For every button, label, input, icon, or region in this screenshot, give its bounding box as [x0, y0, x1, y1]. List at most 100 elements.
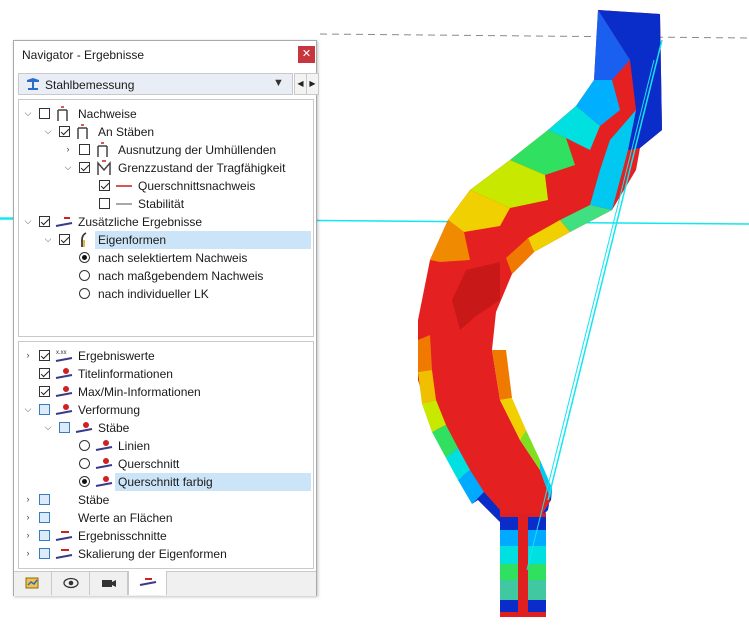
tree-row-grenzzustand[interactable]: ⌵ Grenzzustand der Tragfähigkeit [19, 159, 313, 177]
tree-row-ergebniswerte[interactable]: › x.xx Ergebniswerte [19, 347, 313, 365]
members-icon [95, 476, 113, 487]
tree-row-radio-linien[interactable]: Linien [19, 437, 313, 455]
checkbox[interactable] [39, 368, 50, 379]
tree-label: Titelinformationen [78, 367, 173, 381]
tree-row-zusaetzliche[interactable]: ⌵ Zusätzliche Ergebnisse [19, 213, 313, 231]
checkbox[interactable] [39, 350, 50, 361]
mode-shape-icon [81, 232, 87, 247]
tree-row-maxmin[interactable]: Max/Min-Informationen [19, 383, 313, 401]
checkbox[interactable] [59, 126, 70, 137]
camera-icon[interactable] [90, 572, 128, 595]
panel-title: Navigator - Ergebnisse [22, 48, 145, 62]
data-icon[interactable] [14, 572, 52, 595]
tree-label: Skalierung der Eigenformen [78, 547, 227, 561]
tree-row-radio-massgebend[interactable]: nach maßgebendem Nachweis [19, 267, 313, 285]
members-icon [95, 440, 113, 451]
maxmin-info-icon [55, 386, 73, 397]
tree-label: Verformung [78, 403, 141, 417]
checkbox[interactable] [79, 144, 90, 155]
module-select-value: Stahlbemessung [45, 78, 135, 92]
tree-row-ergebnisschnitte[interactable]: › Ergebnisschnitte [19, 527, 313, 545]
tree-row-radio-querschnitt-farbig[interactable]: Querschnitt farbig [19, 473, 313, 491]
result-values-icon: x.xx [55, 350, 73, 362]
radio-button[interactable] [79, 440, 90, 451]
eye-icon[interactable] [52, 572, 90, 595]
next-arrow-icon[interactable]: ▶ [306, 73, 319, 95]
chevron-down-icon[interactable]: ⌵ [43, 234, 53, 244]
tree-row-eigenformen[interactable]: ⌵ Eigenformen [19, 231, 313, 249]
tree-label: Querschnittsnachweis [138, 179, 256, 193]
tree-label: An Stäben [98, 125, 155, 139]
chevron-down-icon[interactable]: ⌵ [23, 216, 33, 226]
gray-line-icon [116, 203, 132, 205]
tree-row-radio-querschnitt[interactable]: Querschnitt [19, 455, 313, 473]
tree-row-staebe[interactable]: › Stäbe [19, 491, 313, 509]
radio-button[interactable] [79, 458, 90, 469]
tree-row-skalierung[interactable]: › Skalierung der Eigenformen [19, 545, 313, 563]
chevron-right-icon[interactable]: › [23, 512, 33, 522]
chevron-down-icon[interactable]: ⌵ [63, 162, 73, 172]
results-icon[interactable] [128, 571, 167, 595]
tree-row-staebe-sub[interactable]: ⌵ Stäbe [19, 419, 313, 437]
tree-label: Nachweise [78, 107, 137, 121]
checkbox[interactable] [79, 162, 90, 173]
tree-label: Eigenformen [95, 231, 311, 249]
column-lower[interactable] [500, 513, 546, 617]
tree-row-an-staeben[interactable]: ⌵ An Stäben [19, 123, 313, 141]
tree-label: nach maßgebendem Nachweis [98, 269, 264, 283]
checkbox[interactable] [39, 386, 50, 397]
result-sections-icon [55, 531, 73, 541]
tree-row-ausnutzung[interactable]: › Ausnutzung der Umhüllenden [19, 141, 313, 159]
checkbox[interactable] [39, 548, 50, 559]
tree-row-werte-an-flaechen[interactable]: › Werte an Flächen [19, 509, 313, 527]
radio-button[interactable] [79, 252, 90, 263]
scaling-icon [55, 549, 73, 559]
checkbox[interactable] [39, 512, 50, 523]
radio-button[interactable] [79, 476, 90, 487]
radio-button[interactable] [79, 270, 90, 281]
tree-row-verformung[interactable]: ⌵ Verformung [19, 401, 313, 419]
dashed-reference-line [319, 33, 749, 39]
tree-row-querschnittsnachweis[interactable]: Querschnittsnachweis [19, 177, 313, 195]
chevron-down-icon[interactable]: ⌵ [23, 404, 33, 414]
tree-label: Zusätzliche Ergebnisse [78, 215, 203, 229]
tree-row-stabilitaet[interactable]: Stabilität [19, 195, 313, 213]
checkbox[interactable] [59, 422, 70, 433]
module-select[interactable]: Stahlbemessung ▼ [18, 73, 293, 95]
tree-label: Ergebnisschnitte [78, 529, 167, 543]
chevron-down-icon[interactable]: ⌵ [23, 108, 33, 118]
checkbox[interactable] [39, 530, 50, 541]
tree-row-titelinformationen[interactable]: Titelinformationen [19, 365, 313, 383]
tree-row-nachweise[interactable]: ⌵ Nachweise [19, 105, 313, 123]
design-check-icon [97, 142, 108, 157]
tree-label: Stabilität [138, 197, 185, 211]
steel-design-icon [27, 78, 39, 90]
chevron-down-icon[interactable]: ⌵ [43, 422, 53, 432]
checkbox[interactable] [39, 216, 50, 227]
tree-label: Max/Min-Informationen [78, 385, 201, 399]
tree-row-radio-selektiert[interactable]: nach selektiertem Nachweis [19, 249, 313, 267]
checkbox[interactable] [39, 108, 50, 119]
checkbox[interactable] [39, 404, 50, 415]
chevron-right-icon[interactable]: › [23, 530, 33, 540]
chevron-down-icon[interactable]: ▼ [273, 77, 284, 89]
radio-button[interactable] [79, 288, 90, 299]
chevron-down-icon[interactable]: ⌵ [43, 126, 53, 136]
checkbox[interactable] [39, 494, 50, 505]
chevron-right-icon[interactable]: › [23, 548, 33, 558]
tree-label: Ausnutzung der Umhüllenden [118, 143, 277, 157]
checkbox[interactable] [59, 234, 70, 245]
chevron-right-icon[interactable]: › [23, 494, 33, 504]
navigator-tabs [14, 571, 316, 596]
tree-row-radio-individuell[interactable]: nach individueller LK [19, 285, 313, 303]
chevron-right-icon[interactable]: › [63, 144, 73, 154]
close-icon[interactable]: ✕ [298, 46, 315, 63]
panel-titlebar[interactable]: Navigator - Ergebnisse ✕ [14, 41, 316, 69]
design-check-icon [57, 106, 68, 121]
red-line-icon [116, 185, 132, 187]
checkbox[interactable] [99, 198, 110, 209]
chevron-right-icon[interactable]: › [23, 350, 33, 360]
deformed-member-colored[interactable] [418, 10, 662, 522]
checkbox[interactable] [99, 180, 110, 191]
deformation-icon [55, 404, 73, 415]
